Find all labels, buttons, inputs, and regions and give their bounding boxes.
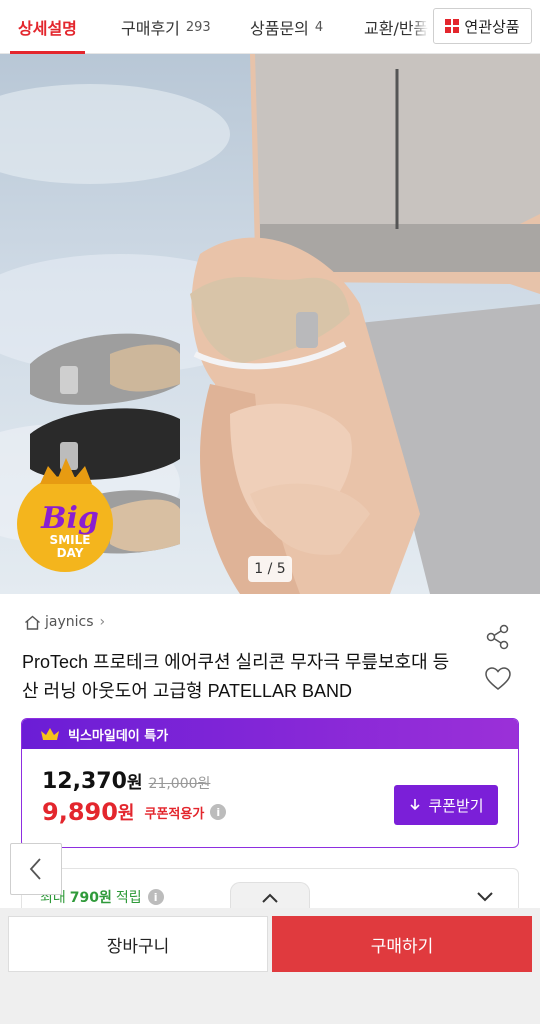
tab-label: 상세설명: [18, 19, 77, 38]
coupon-price-unit: 원: [117, 803, 135, 824]
tab-label: 교환/반품: [364, 19, 429, 38]
bottom-action-bar: 장바구니 구매하기: [0, 908, 540, 1024]
info-icon[interactable]: i: [147, 889, 164, 905]
original-price: 21,000원: [148, 776, 211, 792]
wishlist-button[interactable]: [483, 664, 513, 694]
get-coupon-button[interactable]: 쿠폰받기: [394, 785, 498, 825]
download-icon: [410, 799, 420, 811]
tab-label: 상품문의: [250, 19, 309, 38]
badge-day-text: DAY: [56, 546, 84, 560]
tab-qna[interactable]: 상품문의 4: [250, 0, 323, 54]
tab-bar: 상세설명 구매후기 293 상품문의 4 교환/반품 연관상품: [0, 0, 540, 54]
tab-label: 구매후기: [121, 19, 180, 38]
related-products-label: 연관상품: [464, 17, 520, 36]
sale-price-value: 12,370: [42, 769, 127, 794]
share-icon: [486, 624, 509, 650]
badge-big-text: Big: [41, 501, 99, 536]
coupon-price: 9,890 원 쿠폰적용가 i: [42, 798, 227, 826]
chevron-up-icon: [262, 893, 278, 903]
grid-icon: [445, 19, 460, 33]
chevron-left-icon: [29, 858, 41, 880]
add-to-cart-button[interactable]: 장바구니: [8, 916, 268, 972]
tab-reviews[interactable]: 구매후기 293: [121, 0, 211, 54]
tab-detail[interactable]: 상세설명: [10, 0, 85, 54]
share-button[interactable]: [483, 622, 513, 652]
product-image-carousel[interactable]: Big SMILE DAY 1 / 5: [0, 54, 540, 594]
tab-count: 293: [185, 19, 211, 35]
chevron-down-icon[interactable]: [474, 885, 496, 907]
product-detail-page: 상세설명 구매후기 293 상품문의 4 교환/반품 연관상품 Big SMIL…: [0, 0, 540, 1024]
promo-header-label: 빅스마일데이 특가: [68, 728, 169, 744]
promo-price-box: 빅스마일데이 특가 12,370 원 21,000원 9,890 원 쿠폰적용가…: [21, 718, 519, 848]
home-icon: [25, 615, 40, 630]
product-title: ProTech 프로테크 에어쿠션 실리콘 무자극 무릎보호대 등산 러닝 아웃…: [22, 652, 450, 701]
sale-price: 12,370 원 21,000원: [42, 768, 210, 794]
tab-count: 4: [314, 19, 324, 35]
coupon-price-value: 9,890: [42, 798, 118, 826]
image-counter: 1 / 5: [248, 556, 292, 582]
seller-name: jaynics: [45, 614, 94, 630]
info-icon[interactable]: i: [210, 804, 227, 820]
points-amount: 790원: [69, 890, 112, 906]
get-coupon-label: 쿠폰받기: [428, 796, 484, 815]
chevron-right-icon: ›: [99, 614, 106, 630]
points-suffix: 적립: [115, 890, 142, 906]
tab-exchange[interactable]: 교환/반품: [364, 0, 428, 54]
buy-now-button[interactable]: 구매하기: [272, 916, 532, 972]
promo-header: 빅스마일데이 특가: [22, 719, 518, 749]
seller-link[interactable]: jaynics ›: [24, 614, 105, 630]
coupon-price-label: 쿠폰적용가: [144, 806, 205, 822]
big-smile-day-badge: Big SMILE DAY: [30, 504, 110, 560]
related-products-button[interactable]: 연관상품: [433, 8, 532, 44]
sale-price-unit: 원: [126, 773, 143, 793]
back-button[interactable]: [10, 843, 62, 895]
crown-icon: [41, 728, 59, 740]
heart-icon: [485, 667, 511, 690]
